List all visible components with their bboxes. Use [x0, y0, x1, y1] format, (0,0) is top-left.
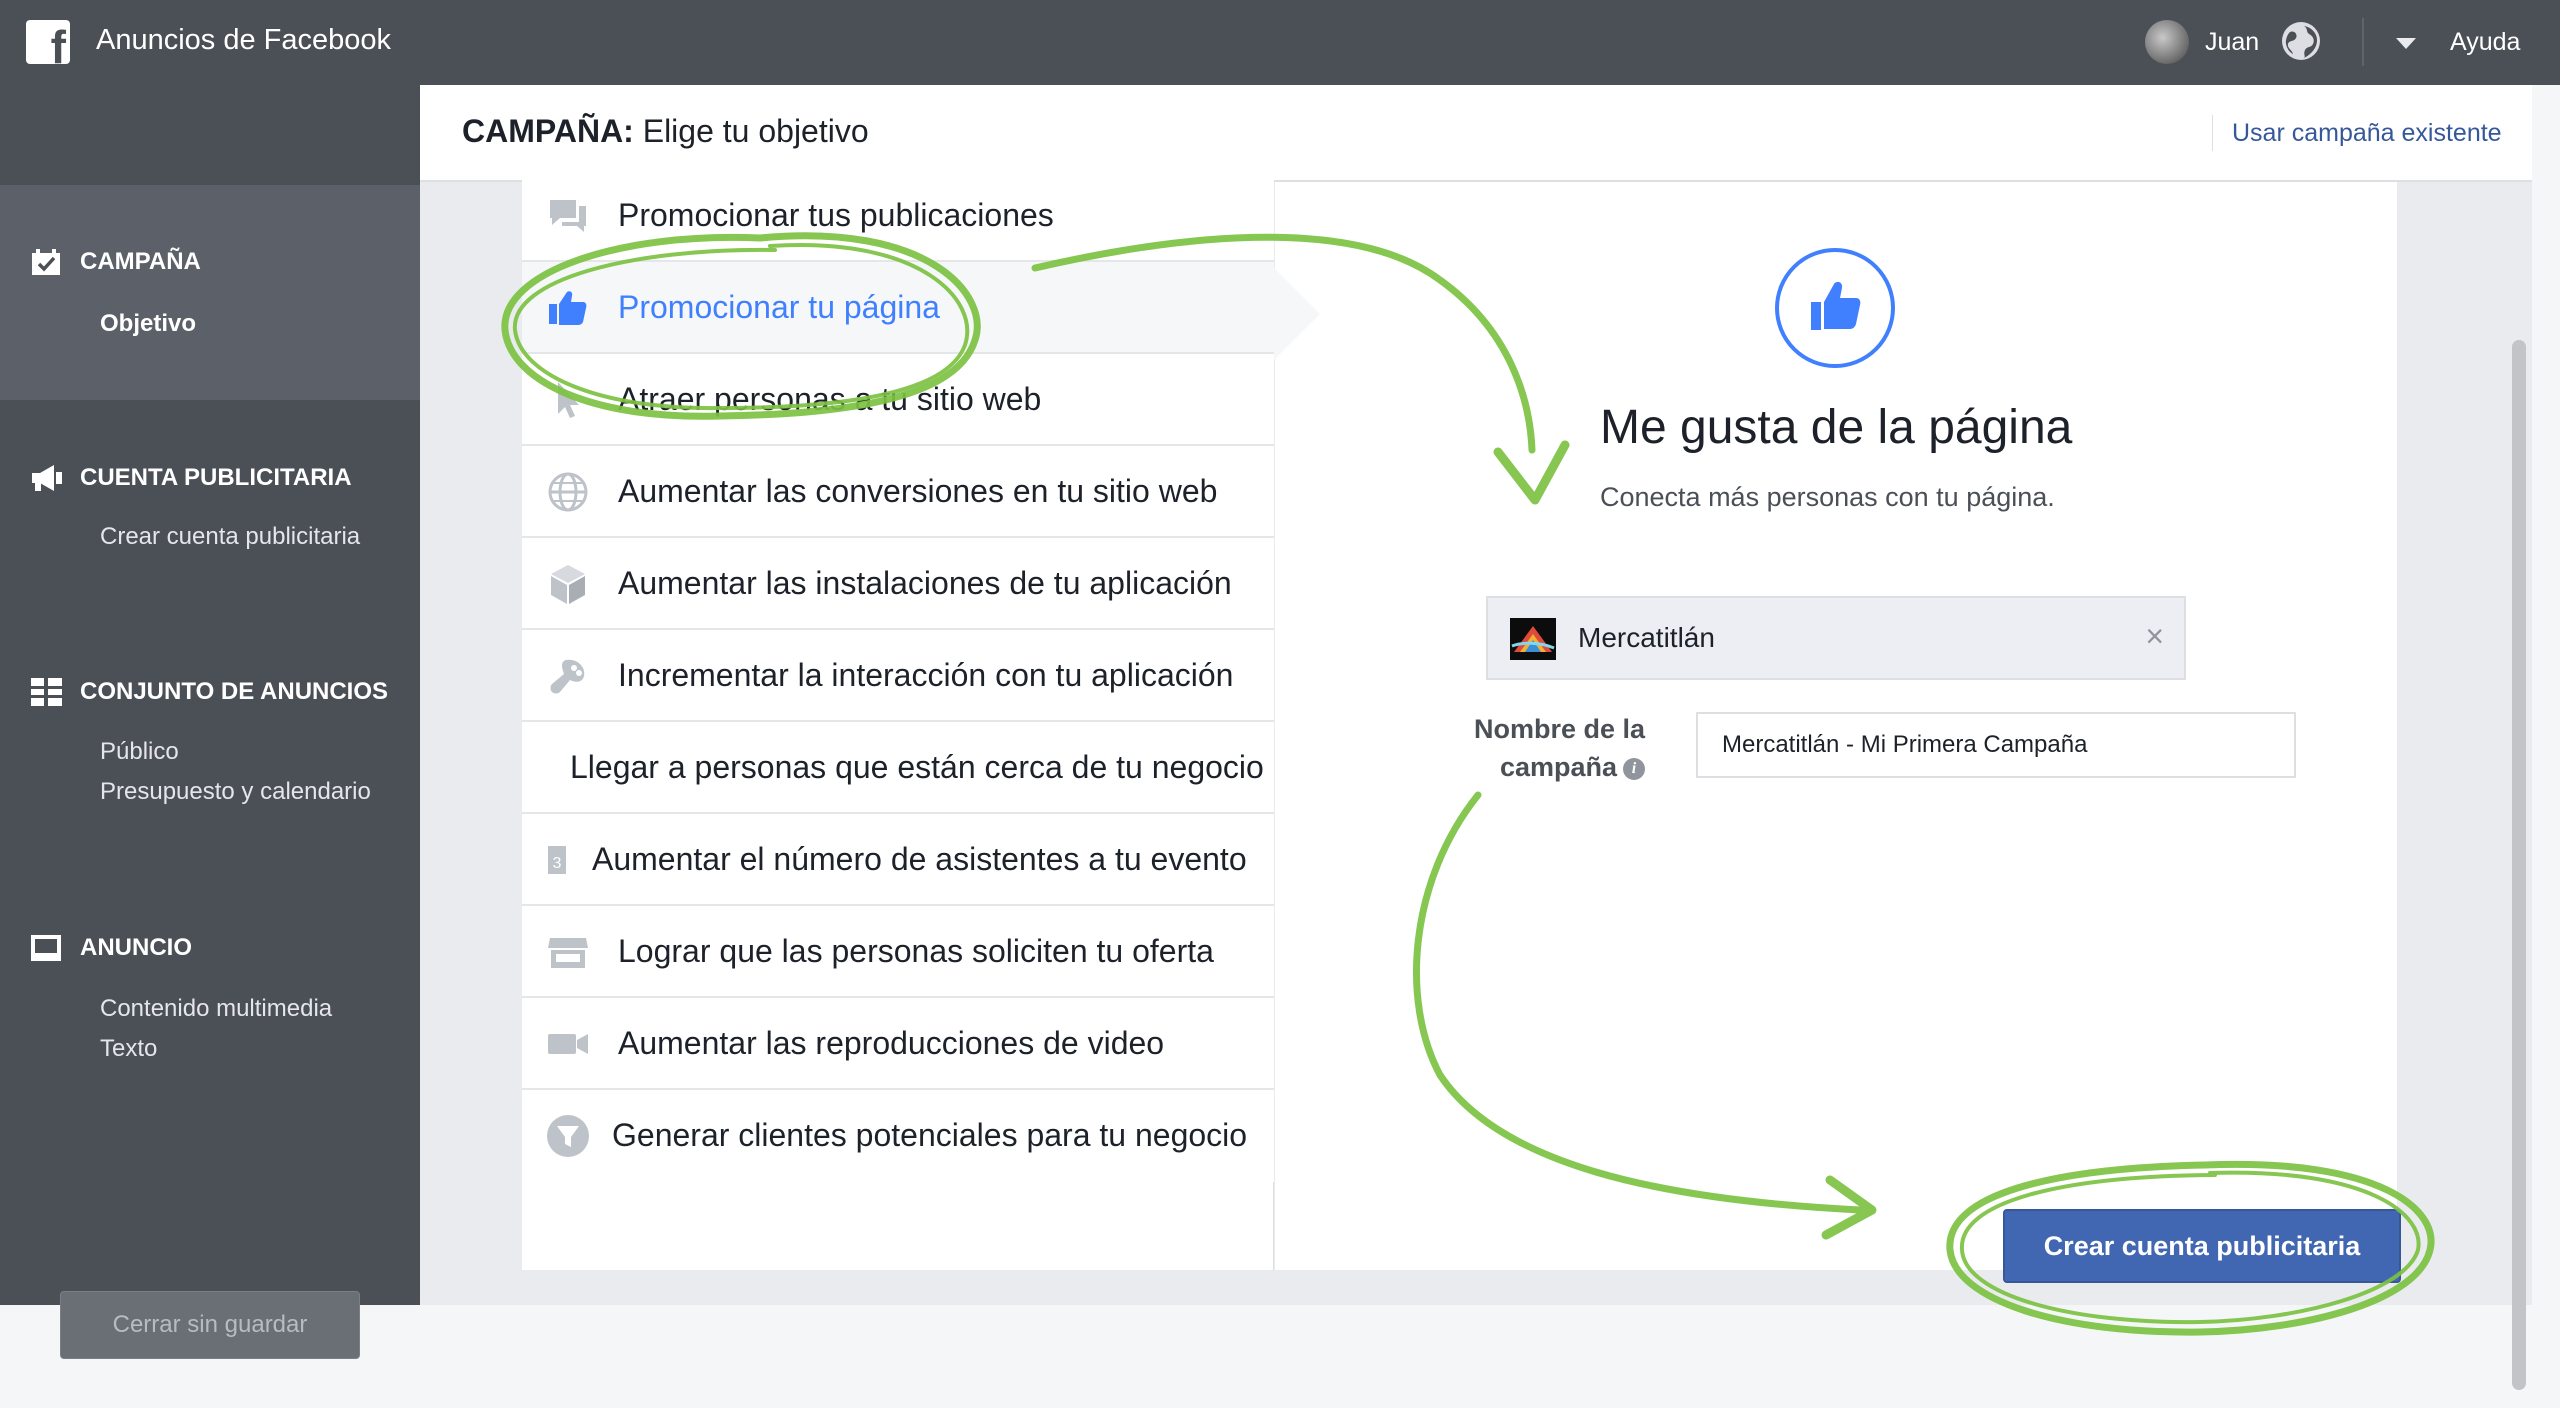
- sidebar-section-title: CONJUNTO DE ANUNCIOS: [80, 678, 389, 705]
- create-ad-account-button[interactable]: Crear cuenta publicitaria: [2003, 1209, 2401, 1283]
- close-without-saving-button[interactable]: Cerrar sin guardar: [60, 1291, 360, 1359]
- top-bar: f Anuncios de Facebook Juan Ayuda: [0, 0, 2560, 85]
- objective-item-event-responses[interactable]: 3 Aumentar el número de asistentes a tu …: [522, 814, 1274, 906]
- objective-label: Promocionar tu página: [618, 289, 940, 325]
- cursor-icon: [558, 382, 579, 418]
- sidebar-section-cuenta-publicitaria[interactable]: CUENTA PUBLICITARIA: [30, 463, 352, 493]
- calendar-icon: 3: [548, 846, 566, 874]
- objective-label: Generar clientes potenciales para tu neg…: [612, 1117, 1248, 1153]
- campaign-name-input[interactable]: [1696, 712, 2296, 778]
- svg-text:3: 3: [553, 855, 562, 872]
- page-thumbnail: [1510, 618, 1556, 660]
- objective-item-app-installs[interactable]: Aumentar las instalaciones de tu aplicac…: [522, 538, 1274, 630]
- cube-icon: [551, 565, 585, 604]
- funnel-icon: [547, 1115, 589, 1157]
- help-link[interactable]: Ayuda: [2450, 28, 2520, 57]
- sidebar-item-publico[interactable]: Público: [100, 738, 179, 766]
- sidebar-section-conjunto-de-anuncios[interactable]: CONJUNTO DE ANUNCIOS: [30, 677, 388, 707]
- sidebar-item-presupuesto[interactable]: Presupuesto y calendario: [100, 778, 371, 806]
- objective-item-video-views[interactable]: Aumentar las reproducciones de video: [522, 998, 1274, 1090]
- page-name: Mercatitlán: [1578, 622, 1715, 653]
- monitor-icon: [31, 935, 61, 961]
- grid-icon: [31, 678, 62, 706]
- objective-item-lead-generation[interactable]: Generar clientes potenciales para tu neg…: [522, 1090, 1274, 1182]
- sidebar-item-texto[interactable]: Texto: [100, 1035, 157, 1063]
- campaign-name-label: Nombre de la campaña i: [1440, 710, 1645, 786]
- globe-icon[interactable]: [2280, 20, 2322, 62]
- info-icon[interactable]: i: [1623, 757, 1645, 780]
- checkbox-icon: [32, 249, 60, 275]
- sidebar-item-objetivo[interactable]: Objetivo: [100, 310, 196, 338]
- sidebar-section-campana[interactable]: CAMPAÑA: [30, 247, 201, 277]
- objective-list: Promocionar tus publicaciones Promociona…: [522, 170, 1274, 1270]
- facebook-logo-icon[interactable]: f: [26, 20, 70, 64]
- sidebar-section-anuncio[interactable]: ANUNCIO: [30, 933, 192, 963]
- sidebar-item-contenido-multimedia[interactable]: Contenido multimedia: [100, 995, 332, 1023]
- objective-label: Atraer personas a tu sitio web: [618, 381, 1042, 417]
- page-logo-icon: [1511, 626, 1555, 652]
- like-badge: [1775, 248, 1895, 368]
- sidebar-active-section: [0, 185, 420, 400]
- objective-label: Aumentar las instalaciones de tu aplicac…: [618, 565, 1232, 601]
- page-title: CAMPAÑA: Elige tu objetivo: [462, 113, 869, 150]
- header-divider: [2212, 115, 2213, 151]
- objective-item-offer-claims[interactable]: Lograr que las personas soliciten tu ofe…: [522, 906, 1274, 998]
- avatar[interactable]: [2145, 20, 2189, 64]
- objective-item-local-awareness[interactable]: Llegar a personas que están cerca de tu …: [522, 722, 1274, 814]
- app-title[interactable]: Anuncios de Facebook: [96, 24, 391, 57]
- objective-description: Conecta más personas con tu página.: [1600, 482, 2055, 512]
- selected-page-chip[interactable]: Mercatitlán ×: [1486, 596, 2186, 680]
- sidebar-section-title: CUENTA PUBLICITARIA: [80, 464, 352, 491]
- video-camera-icon: [548, 1034, 588, 1054]
- thumbs-up-icon: [1811, 281, 1861, 330]
- sidebar-section-title: ANUNCIO: [80, 934, 192, 961]
- user-name[interactable]: Juan: [2205, 28, 2259, 57]
- selection-pointer: [1274, 268, 1320, 360]
- objective-label: Aumentar las reproducciones de video: [618, 1025, 1165, 1061]
- page-title-bold: CAMPAÑA:: [462, 113, 634, 149]
- objective-label: Incrementar la interacción con tu aplica…: [618, 657, 1234, 693]
- objective-item-app-engagement[interactable]: Incrementar la interacción con tu aplica…: [522, 630, 1274, 722]
- objective-item-conversions[interactable]: Aumentar las conversiones en tu sitio we…: [522, 446, 1274, 538]
- main-content: CAMPAÑA: Elige tu objetivo Usar campaña …: [420, 85, 2532, 1390]
- topbar-divider: [2362, 18, 2364, 66]
- campaign-name-label-line1: Nombre de la: [1473, 714, 1645, 744]
- megaphone-icon: [32, 465, 62, 491]
- speech-bubbles-icon: [550, 200, 586, 232]
- chevron-down-icon[interactable]: [2396, 38, 2416, 49]
- objective-label: Llegar a personas que están cerca de tu …: [570, 749, 1264, 785]
- scrollbar[interactable]: [2512, 340, 2526, 1390]
- campaign-name-label-line2: campaña: [1499, 752, 1617, 782]
- sidebar-section-title: CAMPAÑA: [80, 248, 201, 275]
- page-header: CAMPAÑA: Elige tu objetivo Usar campaña …: [420, 85, 2532, 182]
- objective-label: Promocionar tus publicaciones: [618, 197, 1054, 233]
- objective-title: Me gusta de la página: [1600, 401, 2073, 454]
- objective-label: Aumentar las conversiones en tu sitio we…: [618, 473, 1218, 509]
- globe-icon: [548, 472, 588, 512]
- gamepad-icon: [550, 659, 585, 694]
- objective-item-promote-posts[interactable]: Promocionar tus publicaciones: [522, 170, 1274, 262]
- sidebar: CAMPAÑA Objetivo CUENTA PUBLICITARIA Cre…: [0, 85, 420, 1359]
- thumbs-up-icon: [549, 291, 587, 325]
- objective-item-website-traffic[interactable]: Atraer personas a tu sitio web: [522, 354, 1274, 446]
- objective-label: Lograr que las personas soliciten tu ofe…: [618, 933, 1214, 969]
- storefront-icon: [548, 938, 588, 968]
- objective-item-promote-page[interactable]: Promocionar tu página: [522, 262, 1274, 354]
- close-icon[interactable]: ×: [2145, 618, 2164, 655]
- objective-label: Aumentar el número de asistentes a tu ev…: [592, 841, 1247, 877]
- use-existing-campaign-link[interactable]: Usar campaña existente: [2232, 119, 2502, 148]
- sidebar-item-crear-cuenta[interactable]: Crear cuenta publicitaria: [100, 523, 360, 551]
- page-title-rest: Elige tu objetivo: [633, 113, 869, 149]
